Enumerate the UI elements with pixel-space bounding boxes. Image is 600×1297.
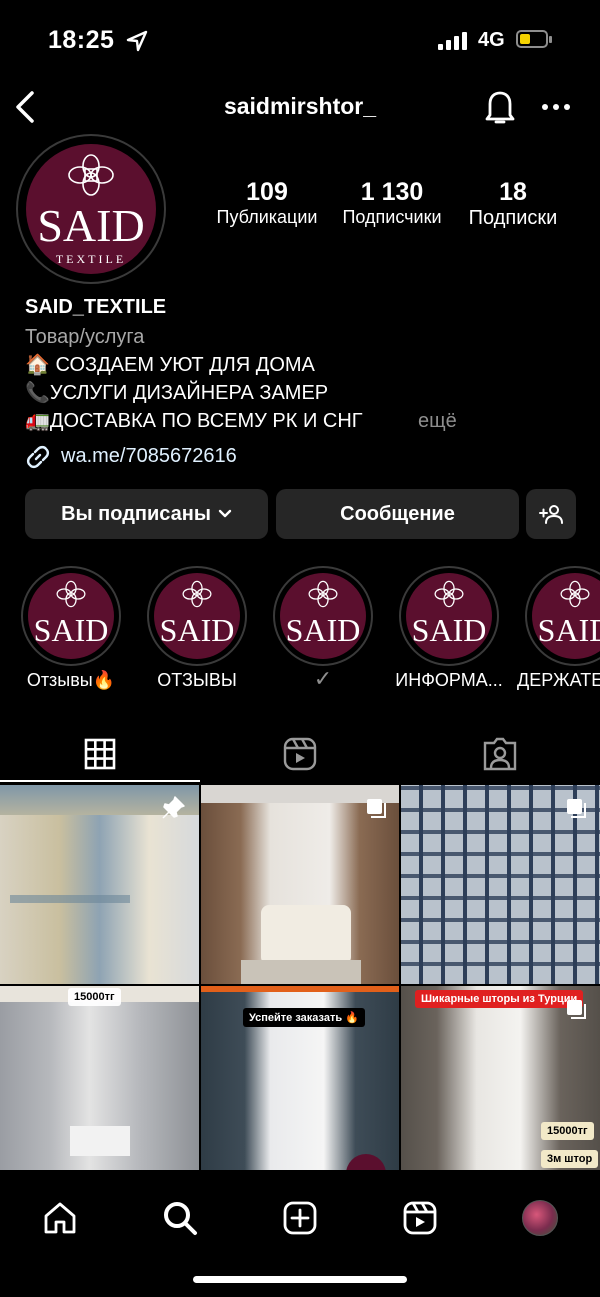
home-icon xyxy=(44,1202,76,1234)
add-post-icon xyxy=(283,1201,317,1235)
bio-line-1: 🏠 СОЗДАЕМ УЮТ ДЛЯ ДОМА xyxy=(25,354,315,376)
nav-home[interactable] xyxy=(30,1188,90,1248)
add-user-button[interactable] xyxy=(526,489,576,539)
highlight-5[interactable]: SAID xyxy=(525,566,600,666)
bio-more-link[interactable]: ещё xyxy=(418,407,457,435)
carousel-icon xyxy=(567,1000,586,1019)
post-thumbnail-3[interactable] xyxy=(401,785,600,984)
nav-create[interactable] xyxy=(270,1188,330,1248)
title-badge: Шикарные шторы из Турции xyxy=(415,990,584,1008)
profile-category: Товар/услуга xyxy=(25,326,145,348)
pin-icon xyxy=(162,796,185,819)
highlight-1[interactable]: SAID xyxy=(21,566,121,666)
price-badge-2: 15000тг xyxy=(541,1122,594,1140)
stat-posts-label: Публикации xyxy=(216,207,318,227)
highlight-ornament-icon xyxy=(560,580,590,608)
highlight-1-label: Отзывы🔥 xyxy=(26,670,116,690)
home-indicator xyxy=(193,1276,407,1283)
stat-posts-value: 109 xyxy=(246,178,288,206)
logo-ornament-icon xyxy=(68,154,114,196)
post-thumbnail-6[interactable]: Шикарные шторы из Турции 15000тг 3м штор xyxy=(401,986,600,1170)
active-tab-indicator xyxy=(0,780,200,782)
search-icon xyxy=(164,1202,197,1235)
post-thumbnail-4[interactable]: 15000тг xyxy=(0,986,199,1170)
bottom-navigation xyxy=(0,1170,600,1297)
battery-icon xyxy=(516,30,554,50)
grid-icon xyxy=(84,738,116,770)
highlight-logo-text: SAID xyxy=(159,612,235,648)
carousel-icon xyxy=(567,799,586,818)
highlight-ornament-icon xyxy=(434,580,464,608)
highlight-logo-text: SAID xyxy=(537,612,600,648)
highlight-logo-text: SAID xyxy=(285,612,361,648)
highlight-ornament-icon xyxy=(182,580,212,608)
highlight-3[interactable]: SAID xyxy=(273,566,373,666)
logo-subtext: TEXTILE xyxy=(55,252,127,266)
price-badge: 15000тг xyxy=(68,988,121,1006)
stat-following-value: 18 xyxy=(499,178,527,206)
logo-text: SAID xyxy=(37,200,145,251)
size-badge: 3м штор xyxy=(541,1150,599,1168)
stat-followers-value: 1 130 xyxy=(360,178,424,206)
profile-avatar-small xyxy=(522,1200,558,1236)
bell-icon[interactable] xyxy=(482,88,518,126)
stat-followers[interactable]: 1 130 Подписчики xyxy=(333,178,451,228)
highlight-ornament-icon xyxy=(308,580,338,608)
bio-line-3: 🚛ДОСТАВКА ПО ВСЕМУ РК И СНГ xyxy=(25,410,363,432)
tagged-person-icon xyxy=(483,737,517,771)
bio-line-2: 📞УСЛУГИ ДИЗАЙНЕРА ЗАМЕР xyxy=(25,382,329,404)
stat-following[interactable]: 18 Подписки xyxy=(454,178,572,230)
profile-name: SAID_TEXTILE xyxy=(25,296,167,318)
post-thumbnail-2[interactable] xyxy=(201,785,399,984)
profile-avatar[interactable]: SAID TEXTILE xyxy=(16,134,166,284)
nav-search[interactable] xyxy=(150,1188,210,1248)
post-thumbnail-1[interactable] xyxy=(0,785,199,984)
stat-posts[interactable]: 109 Публикации xyxy=(208,178,326,228)
message-button-label: Сообщение xyxy=(340,502,455,525)
highlight-5-label: ДЕРЖАТЕ xyxy=(517,670,600,690)
stat-followers-label: Подписчики xyxy=(342,207,442,227)
status-time: 18:25 xyxy=(48,26,115,54)
highlight-2-label: ОТЗЫВЫ xyxy=(157,670,237,690)
reels-icon xyxy=(283,737,317,771)
highlight-logo-text: SAID xyxy=(411,612,487,648)
carousel-icon xyxy=(367,799,386,818)
location-arrow-icon xyxy=(126,30,148,52)
tab-tagged[interactable] xyxy=(400,730,600,778)
network-type: 4G xyxy=(478,29,505,51)
highlight-3-label: ✓ xyxy=(313,666,333,691)
chevron-down-icon xyxy=(218,509,232,518)
highlight-4[interactable]: SAID xyxy=(399,566,499,666)
post-thumbnail-5[interactable]: Успейте заказать 🔥 xyxy=(201,986,399,1170)
stat-following-label: Подписки xyxy=(468,207,558,229)
profile-link[interactable]: wa.me/7085672616 xyxy=(61,442,237,470)
tab-grid[interactable] xyxy=(0,730,200,778)
highlight-logo-text: SAID xyxy=(33,612,109,648)
tab-reels[interactable] xyxy=(200,730,400,778)
highlight-2[interactable]: SAID xyxy=(147,566,247,666)
link-icon xyxy=(26,445,50,469)
message-button[interactable]: Сообщение xyxy=(276,489,519,539)
following-button[interactable]: Вы подписаны xyxy=(25,489,268,539)
promo-badge: Успейте заказать 🔥 xyxy=(243,1008,365,1027)
add-user-icon xyxy=(539,505,563,524)
nav-profile[interactable] xyxy=(510,1188,570,1248)
highlight-4-label: ИНФОРМА... xyxy=(395,670,503,690)
signal-icon xyxy=(438,32,470,50)
nav-reels[interactable] xyxy=(390,1188,450,1248)
more-options-icon[interactable] xyxy=(542,104,572,110)
following-button-label: Вы подписаны xyxy=(61,502,211,525)
reels-icon xyxy=(403,1201,437,1235)
highlight-ornament-icon xyxy=(56,580,86,608)
